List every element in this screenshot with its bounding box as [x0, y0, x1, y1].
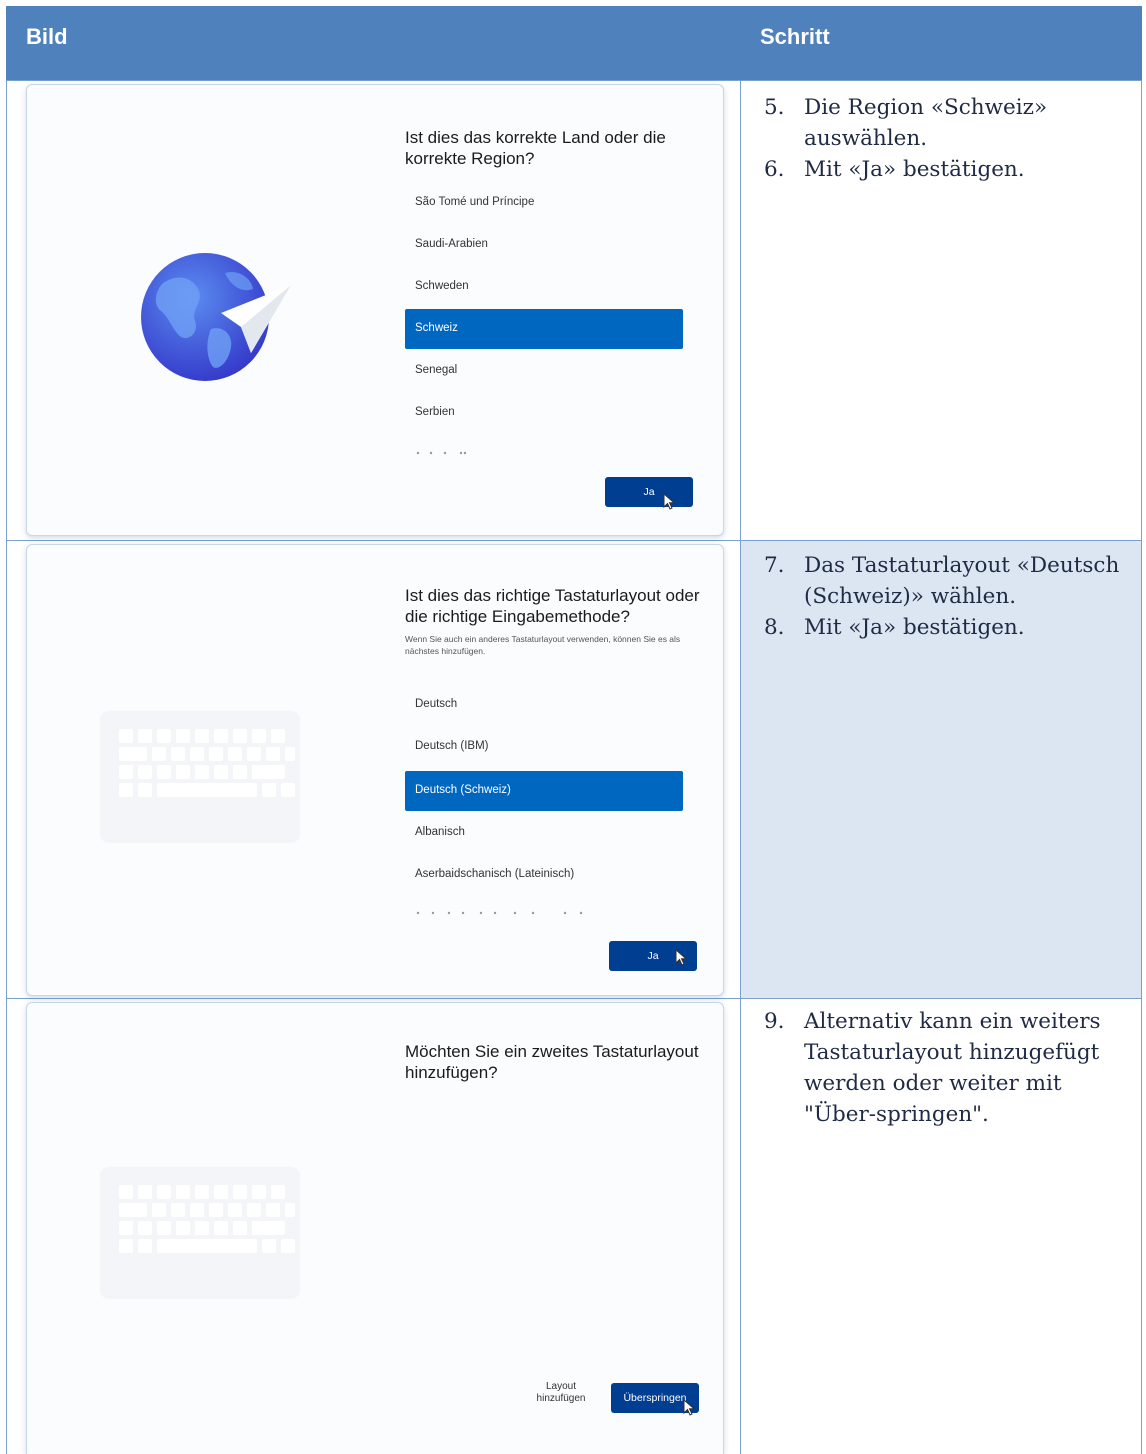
option-item[interactable]: Senegal	[405, 351, 683, 391]
column-divider	[1141, 80, 1142, 1454]
panel-title: Möchten Sie ein zweites Tastaturlayout h…	[405, 1042, 699, 1082]
region-screenshot: Ist dies das korrekte Land oder die korr…	[26, 84, 724, 536]
keyboard-icon	[101, 711, 299, 841]
truncated-option	[416, 911, 583, 915]
mouse-cursor-icon	[675, 949, 688, 966]
step-item: 7. Das Tastaturlayout «Deutsch (Schweiz)»…	[764, 553, 1120, 609]
row-divider	[6, 540, 1142, 541]
instruction-table: Bild Schritt Ist dies das korrekte Land …	[0, 0, 1146, 1454]
panel-title: Ist dies das korrekte Land oder die korr…	[405, 128, 666, 168]
step-item: 6. Mit «Ja» bestätigen.	[764, 157, 1025, 182]
table-header: Bild Schritt	[6, 6, 1142, 80]
row-divider	[6, 998, 1142, 999]
mouse-cursor-icon	[683, 1399, 696, 1416]
panel-title: Ist dies das richtige Tastaturlayout ode…	[405, 586, 700, 626]
add-layout-button[interactable]: Layout hinzufügen	[523, 1381, 599, 1405]
step-item: 5. Die Region «Schweiz» auswählen.	[764, 95, 1048, 151]
keyboard-icon	[101, 1167, 299, 1297]
step-item: 9. Alternativ kann ein weiters Tastaturla…	[764, 1009, 1101, 1127]
second-layout-screenshot: ← Möchten Sie ein zweites Tastaturlayout…	[26, 1002, 724, 1454]
step-list: 5. Die Region «Schweiz» auswählen. 6. Mit …	[740, 92, 1136, 185]
option-item[interactable]: São Tomé und Príncipe	[405, 183, 683, 223]
option-item[interactable]: Serbien	[405, 393, 683, 433]
mouse-cursor-icon	[663, 493, 676, 510]
header-bild: Bild	[26, 24, 68, 49]
option-item[interactable]: Schweden	[405, 267, 683, 307]
row-divider	[6, 80, 1142, 81]
option-item[interactable]: Albanisch	[405, 813, 683, 853]
header-schritt: Schritt	[760, 24, 830, 49]
ja-button[interactable]: Ja	[605, 477, 693, 507]
option-item[interactable]: Deutsch	[405, 685, 683, 725]
step-cell: 5. Die Region «Schweiz» auswählen. 6. Mit …	[740, 92, 1136, 185]
step-list: 9. Alternativ kann ein weiters Tastaturla…	[740, 1006, 1136, 1130]
panel-subtitle: Wenn Sie auch ein anderes Tastaturlayout…	[405, 634, 681, 656]
step-list: 7. Das Tastaturlayout «Deutsch (Schweiz)»…	[740, 550, 1136, 643]
option-item-selected[interactable]: Schweiz	[405, 309, 683, 349]
keyboard-layout-screenshot: Ist dies das richtige Tastaturlayout ode…	[26, 544, 724, 996]
step-item: 8. Mit «Ja» bestätigen.	[764, 615, 1025, 640]
globe-paper-plane-icon	[141, 253, 291, 381]
column-divider	[740, 80, 741, 1454]
step-cell: 7. Das Tastaturlayout «Deutsch (Schweiz)»…	[740, 550, 1136, 643]
truncated-option	[416, 451, 467, 455]
step-cell: 9. Alternativ kann ein weiters Tastaturla…	[740, 1006, 1136, 1130]
column-divider	[6, 80, 7, 1454]
option-item[interactable]: Aserbaidschanisch (Lateinisch)	[405, 855, 683, 895]
option-item[interactable]: Deutsch (IBM)	[405, 727, 683, 767]
option-item[interactable]: Saudi-Arabien	[405, 225, 683, 265]
option-item-selected[interactable]: Deutsch (Schweiz)	[405, 771, 683, 811]
